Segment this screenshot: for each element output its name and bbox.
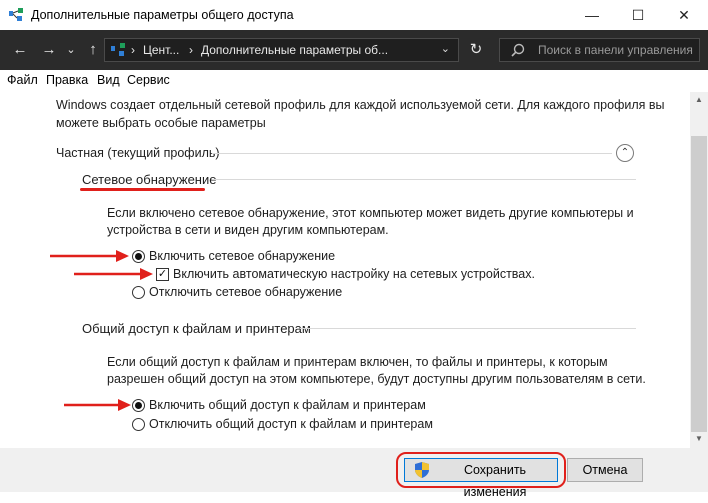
menu-file[interactable]: Файл bbox=[7, 73, 38, 87]
shield-icon bbox=[415, 462, 429, 478]
divider bbox=[212, 153, 612, 154]
chevron-right-icon: › bbox=[189, 43, 193, 57]
scroll-up-icon[interactable]: ▲ bbox=[690, 95, 708, 104]
footer-bar: Сохранить изменения Отмена bbox=[0, 448, 708, 499]
sharing-on-label[interactable]: Включить общий доступ к файлам и принтер… bbox=[149, 398, 426, 412]
divider bbox=[300, 328, 636, 329]
network-icon bbox=[111, 43, 125, 56]
annotation-arrow bbox=[50, 250, 129, 262]
save-button[interactable]: Сохранить изменения bbox=[404, 458, 558, 499]
menu-edit[interactable]: Правка bbox=[46, 73, 88, 87]
close-button[interactable]: ✕ bbox=[661, 0, 707, 30]
section-title-sharing: Общий доступ к файлам и принтерам bbox=[82, 321, 311, 336]
sharing-description: разрешен общий доступ на этом компьютере… bbox=[107, 372, 646, 386]
menu-bar: Файл Правка Вид Сервис bbox=[0, 70, 708, 92]
discovery-on-label[interactable]: Включить сетевое обнаружение bbox=[149, 249, 335, 263]
cancel-button[interactable]: Отмена bbox=[567, 458, 643, 482]
annotation-arrow bbox=[74, 268, 153, 280]
breadcrumb-item-center[interactable]: Цент... bbox=[143, 43, 179, 57]
divider bbox=[212, 179, 636, 180]
discovery-description: Если включено сетевое обнаружение, этот … bbox=[107, 206, 634, 220]
settings-panel: Windows создает отдельный сетевой профил… bbox=[0, 92, 690, 448]
scroll-down-icon[interactable]: ▼ bbox=[690, 434, 708, 443]
search-box[interactable]: Поиск в панели управления bbox=[499, 38, 700, 62]
save-button-label: Сохранить изменения bbox=[463, 463, 527, 499]
sharing-off-radio[interactable] bbox=[132, 418, 145, 431]
collapse-button[interactable]: ⌃ bbox=[616, 144, 634, 162]
address-dropdown-button[interactable]: ⌄ bbox=[441, 42, 450, 55]
title-bar: Дополнительные параметры общего доступа … bbox=[0, 0, 708, 30]
discovery-on-radio[interactable] bbox=[132, 250, 145, 263]
scrollbar-thumb[interactable] bbox=[691, 136, 707, 432]
up-button[interactable]: ↑ bbox=[82, 40, 104, 60]
address-bar[interactable]: › Цент... › Дополнительные параметры об.… bbox=[104, 38, 459, 62]
intro-text: Windows создает отдельный сетевой профил… bbox=[56, 98, 665, 112]
back-button[interactable]: ← bbox=[9, 40, 31, 60]
refresh-button[interactable]: ↻ bbox=[465, 40, 487, 60]
sharing-on-radio[interactable] bbox=[132, 399, 145, 412]
breadcrumb-item-current[interactable]: Дополнительные параметры об... bbox=[201, 43, 388, 57]
search-icon bbox=[511, 43, 525, 57]
auto-setup-checkbox[interactable]: ✓ bbox=[156, 268, 169, 281]
menu-view[interactable]: Вид bbox=[97, 73, 120, 87]
intro-text: можете выбрать особые параметры bbox=[56, 116, 266, 130]
discovery-off-label[interactable]: Отключить сетевое обнаружение bbox=[149, 285, 342, 299]
discovery-off-radio[interactable] bbox=[132, 286, 145, 299]
network-icon bbox=[9, 8, 23, 21]
forward-button[interactable]: → bbox=[38, 40, 60, 60]
menu-tools[interactable]: Сервис bbox=[127, 73, 170, 87]
search-input[interactable]: Поиск в панели управления bbox=[538, 43, 693, 57]
window-title: Дополнительные параметры общего доступа bbox=[31, 8, 294, 22]
annotation-underline bbox=[80, 188, 205, 191]
profile-header[interactable]: Частная (текущий профиль) bbox=[56, 146, 220, 160]
auto-setup-label[interactable]: Включить автоматическую настройку на сет… bbox=[173, 267, 535, 281]
annotation-arrow bbox=[64, 399, 131, 411]
sharing-description: Если общий доступ к файлам и принтерам в… bbox=[107, 355, 608, 369]
recent-locations-button[interactable]: ⌄ bbox=[60, 40, 82, 60]
discovery-description: устройства в сети и виден другим компьют… bbox=[107, 223, 389, 237]
vertical-scrollbar[interactable]: ▲ ▼ bbox=[690, 92, 708, 448]
maximize-button[interactable]: ☐ bbox=[615, 0, 661, 30]
section-title-discovery: Сетевое обнаружение bbox=[82, 172, 217, 187]
navigation-bar: ← → ⌄ ↑ › Цент... › Дополнительные парам… bbox=[0, 30, 708, 70]
minimize-button[interactable]: — bbox=[569, 0, 615, 30]
sharing-off-label[interactable]: Отключить общий доступ к файлам и принте… bbox=[149, 417, 433, 431]
chevron-right-icon: › bbox=[131, 43, 135, 57]
